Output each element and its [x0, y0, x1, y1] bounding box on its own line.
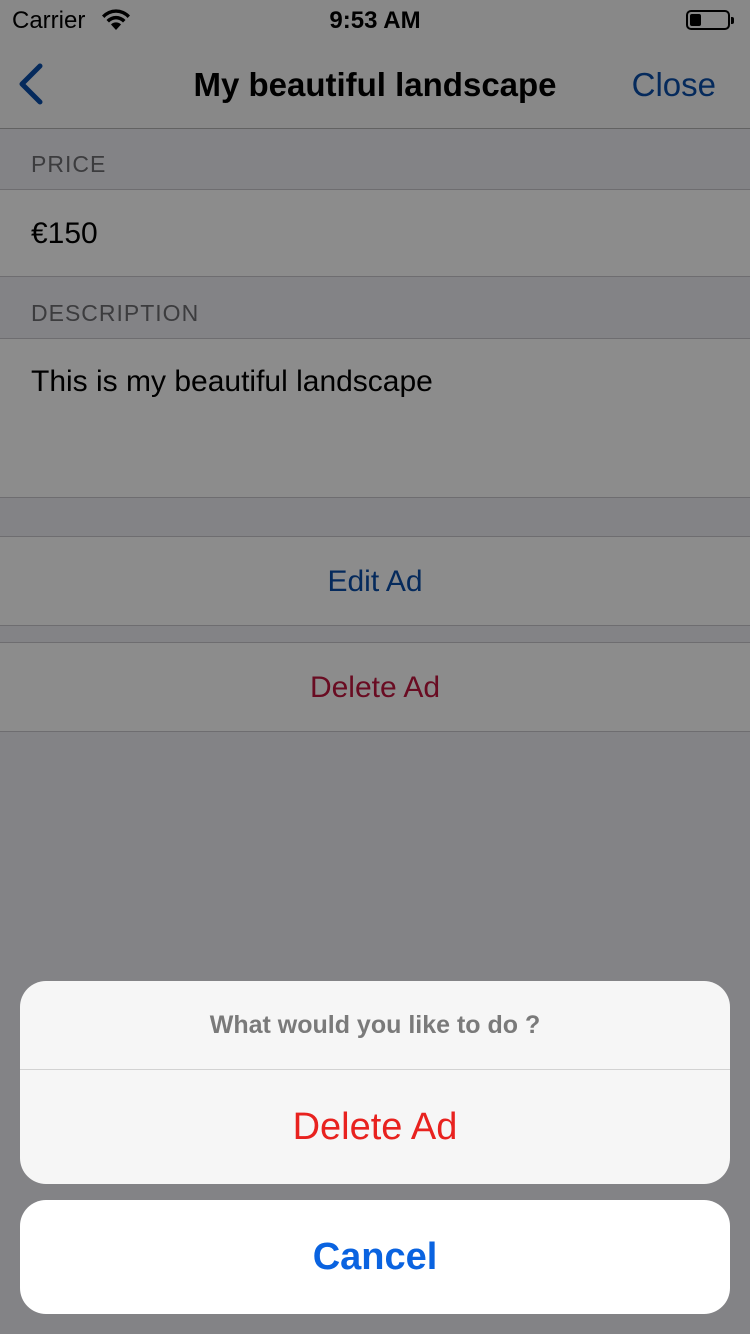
action-sheet: What would you like to do ? Delete Ad	[20, 981, 730, 1184]
action-sheet-title: What would you like to do ?	[20, 981, 730, 1070]
sheet-delete-ad-button[interactable]: Delete Ad	[20, 1070, 730, 1184]
cancel-button[interactable]: Cancel	[20, 1200, 730, 1314]
